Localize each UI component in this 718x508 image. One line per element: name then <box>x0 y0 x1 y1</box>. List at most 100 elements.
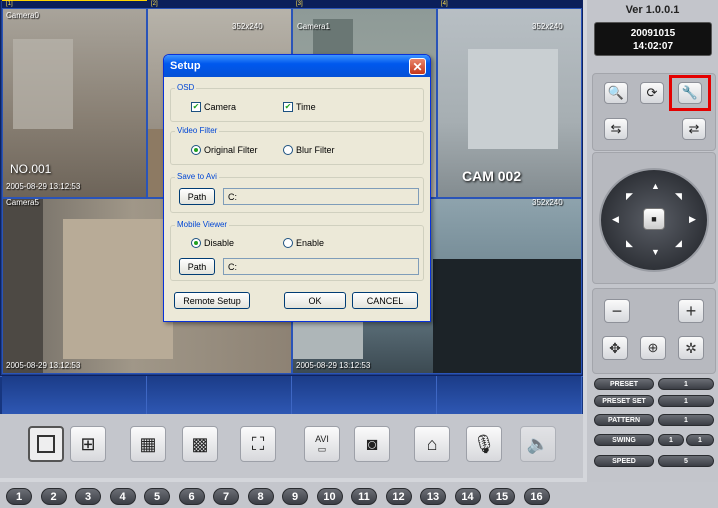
dialog-title-bar[interactable]: Setup ✕ <box>164 55 430 77</box>
ptz-row-value[interactable]: 1 <box>658 434 684 446</box>
version-label: Ver 1.0.0.1 <box>625 4 680 16</box>
avi-record-icon[interactable]: AVI ▭ <box>304 426 340 462</box>
channel-button-14[interactable]: 14 <box>454 488 481 505</box>
swap-right-icon[interactable]: ⇄ <box>682 118 706 140</box>
strip-cell[interactable] <box>437 376 582 414</box>
save-to-avi-group: Save to Avi Path C: <box>170 172 424 213</box>
camera-checkbox[interactable]: ✔ Camera <box>191 102 236 112</box>
cell-tab-2[interactable]: [2] <box>147 0 292 8</box>
cancel-button[interactable]: CANCEL <box>352 292 418 309</box>
channel-button-4[interactable]: 4 <box>109 488 136 505</box>
single-view-icon[interactable] <box>28 426 64 462</box>
search-icon[interactable]: 🔍 <box>604 82 628 104</box>
ptz-row-label[interactable]: PRESET SET <box>594 395 654 407</box>
enable-radio[interactable]: Enable <box>283 238 324 248</box>
clock-display: 20091015 14:02:07 <box>594 22 712 56</box>
channel-button-6[interactable]: 6 <box>178 488 205 505</box>
remote-setup-button[interactable]: Remote Setup <box>174 292 250 309</box>
snapshot-icon[interactable]: ◙ <box>354 426 390 462</box>
ptz-row-value[interactable]: 1 <box>658 395 714 407</box>
strip-cell[interactable] <box>2 376 147 414</box>
move-icon[interactable]: ✥ <box>602 336 628 360</box>
ptz-row-label[interactable]: PRESET <box>594 378 654 390</box>
arrow-down-icon[interactable]: ▼ <box>651 247 660 257</box>
ptz-row-label[interactable]: SWING <box>594 434 654 446</box>
original-filter-radio[interactable]: Original Filter <box>191 145 258 155</box>
ptz-row-label[interactable]: PATTERN <box>594 414 654 426</box>
scene-shape <box>63 219 173 359</box>
ptz-row: SWING 1 1 <box>592 434 716 447</box>
original-filter-label: Original Filter <box>204 145 258 155</box>
resolution-label: 352x240 <box>232 22 263 31</box>
ptz-row-value[interactable]: 5 <box>658 455 714 467</box>
channel-button-3[interactable]: 3 <box>75 488 101 505</box>
blur-filter-radio[interactable]: Blur Filter <box>283 145 335 155</box>
zoom-icon[interactable]: ⊕ <box>640 336 666 360</box>
radio-icon <box>283 145 293 155</box>
channel-button-15[interactable]: 15 <box>489 488 515 505</box>
time-checkbox[interactable]: ✔ Time <box>283 102 316 112</box>
channel-button-2[interactable]: 2 <box>40 488 67 505</box>
timestamp-label: 2005-08-29 13:12:53 <box>6 361 81 370</box>
blur-filter-label: Blur Filter <box>296 145 335 155</box>
camera-overlay-label: NO.001 <box>10 162 52 176</box>
avi-glyph: ▭ <box>317 443 327 454</box>
quad-view-icon[interactable]: ⊞ <box>70 426 106 462</box>
channel-button-13[interactable]: 13 <box>420 488 446 505</box>
mobile-path-field[interactable]: C: <box>223 258 419 275</box>
arrow-up-right-icon[interactable]: ◥ <box>675 191 682 202</box>
arrow-up-icon[interactable]: ▲ <box>651 181 660 191</box>
cell-tab-1[interactable]: [1] <box>2 0 147 8</box>
ok-button[interactable]: OK <box>284 292 346 309</box>
scene-shape <box>468 49 558 149</box>
setup-dialog: Setup ✕ OSD ✔ Camera ✔ Time Video Filter O… <box>163 54 431 322</box>
dialog-title: Setup <box>170 60 201 72</box>
arrow-down-left-icon[interactable]: ◣ <box>626 238 633 249</box>
channel-button-12[interactable]: 12 <box>385 488 412 505</box>
zoom-out-button[interactable]: − <box>604 299 630 323</box>
radio-icon <box>283 238 293 248</box>
channel-button-7[interactable]: 7 <box>213 488 239 505</box>
strip-cell[interactable] <box>147 376 292 414</box>
channel-button-8[interactable]: 8 <box>247 488 274 505</box>
channel-button-1[interactable]: 1 <box>6 488 32 505</box>
avi-path-field[interactable]: C: <box>223 188 419 205</box>
ptz-row-label[interactable]: SPEED <box>594 455 654 467</box>
ptz-row-value[interactable]: 1 <box>658 378 714 390</box>
sixteen-view-icon[interactable]: ▩ <box>182 426 218 462</box>
strip-cell[interactable] <box>292 376 437 414</box>
alarm-icon[interactable]: ⌂ <box>414 426 450 462</box>
arrow-right-icon[interactable]: ▶ <box>689 214 696 225</box>
channel-button-9[interactable]: 9 <box>282 488 308 505</box>
iris-icon[interactable]: ✲ <box>678 336 704 360</box>
channel-button-5[interactable]: 5 <box>144 488 170 505</box>
speaker-icon[interactable]: 🔈 <box>520 426 556 462</box>
timestamp-label: 2005-08-29 13:12:53 <box>296 361 371 370</box>
zoom-in-button[interactable]: + <box>678 299 704 323</box>
cell-tab-4[interactable]: [4] <box>437 0 582 8</box>
channel-button-16[interactable]: 16 <box>523 488 550 505</box>
ptz-center-button[interactable]: ■ <box>643 208 665 230</box>
scene-shape <box>13 39 73 129</box>
arrow-up-left-icon[interactable]: ◤ <box>626 191 633 202</box>
microphone-icon[interactable]: 🎙 <box>466 426 502 462</box>
mobile-path-button[interactable]: Path <box>179 258 215 275</box>
close-icon[interactable]: ✕ <box>409 58 426 75</box>
disable-radio[interactable]: Disable <box>191 238 234 248</box>
check-icon: ✔ <box>283 102 293 112</box>
ptz-row-value[interactable]: 1 <box>686 434 714 446</box>
refresh-icon[interactable]: ⟳ <box>640 82 664 104</box>
arrow-down-right-icon[interactable]: ◢ <box>675 238 682 249</box>
cell-tab-3[interactable]: [3] <box>292 0 437 8</box>
arrow-left-icon[interactable]: ◀ <box>612 214 619 225</box>
avi-path-button[interactable]: Path <box>179 188 215 205</box>
timestamp-label: 2005-08-29 13:12:53 <box>6 182 81 191</box>
avi-label: AVI <box>315 433 329 444</box>
nine-view-icon[interactable]: ▦ <box>130 426 166 462</box>
channel-button-11[interactable]: 11 <box>351 488 377 505</box>
swap-left-icon[interactable]: ⇆ <box>604 118 628 140</box>
ptz-row-value[interactable]: 1 <box>658 414 714 426</box>
fullscreen-icon[interactable]: ⛶ <box>240 426 276 462</box>
scene-shape <box>3 199 43 373</box>
channel-button-10[interactable]: 10 <box>316 488 343 505</box>
